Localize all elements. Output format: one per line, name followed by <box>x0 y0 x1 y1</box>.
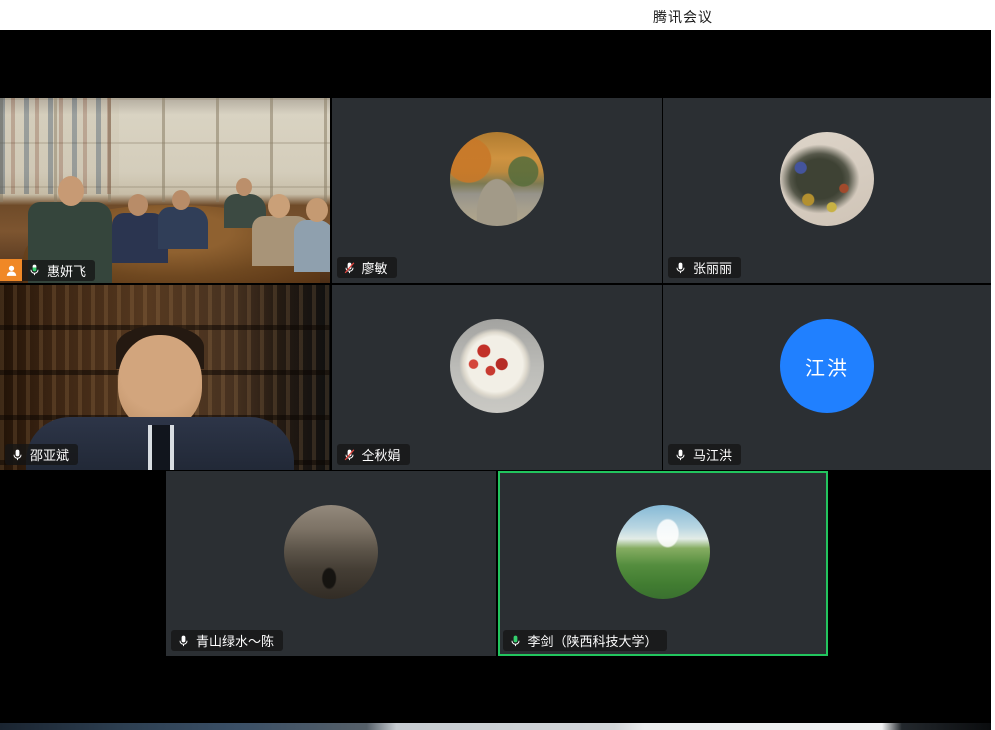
video-scene <box>0 285 330 470</box>
mic-muted-icon <box>343 260 356 276</box>
participant-tile-majianghong[interactable]: 江洪 马江洪 <box>663 285 991 470</box>
participant-tile-zhanglili[interactable]: 张丽丽 <box>663 98 991 283</box>
tencent-meeting-window: 腾讯会议 <box>0 0 995 730</box>
scene-person-head <box>58 176 84 206</box>
participant-label-group: 惠妍飞 <box>0 259 95 281</box>
name-tag: 邵亚斌 <box>5 444 78 465</box>
participant-tile-tongqiujuan[interactable]: 仝秋娟 <box>332 285 662 470</box>
name-tag: 李剑（陕西科技大学） <box>503 630 667 651</box>
meeting-window-title: 腾讯会议 <box>653 7 713 27</box>
video-grid-stage: 惠妍飞 廖敏 <box>0 30 995 730</box>
participant-name: 仝秋娟 <box>362 445 401 464</box>
avatar-autumn-road <box>450 132 544 226</box>
participant-tile-liaomin[interactable]: 廖敏 <box>332 98 662 283</box>
name-tag: 仝秋娟 <box>337 444 410 465</box>
avatar-strawberry-plate <box>450 319 544 413</box>
participant-tile-lijian-selected[interactable]: 李剑（陕西科技大学） <box>498 471 828 656</box>
desktop-edge-right <box>991 30 995 730</box>
name-tag: 马江洪 <box>668 444 741 465</box>
participant-tile-shaoyabin[interactable]: 邵亚斌 <box>0 285 330 470</box>
desktop-edge-bottom <box>0 723 991 730</box>
participant-name: 惠妍飞 <box>47 261 86 280</box>
avatar-grassland-sky <box>616 505 710 599</box>
scene-person-collar <box>148 425 174 470</box>
participant-name: 青山绿水～陈 <box>196 631 274 650</box>
scene-books <box>0 98 119 194</box>
participant-name: 李剑（陕西科技大学） <box>528 631 658 650</box>
participant-name: 张丽丽 <box>693 258 732 277</box>
name-tag: 青山绿水～陈 <box>171 630 283 651</box>
scene-person-head <box>236 178 252 196</box>
avatar-initials-text: 江洪 <box>805 352 849 381</box>
mic-on-icon <box>177 633 190 649</box>
participant-tile-huiyanfei[interactable]: 惠妍飞 <box>0 98 330 283</box>
video-scene <box>0 98 330 283</box>
scene-person <box>158 207 208 249</box>
scene-person-head <box>172 190 190 210</box>
participant-name: 马江洪 <box>693 445 732 464</box>
mic-active-icon <box>509 633 522 649</box>
host-badge <box>0 259 22 281</box>
mic-on-icon <box>674 260 687 276</box>
participant-name: 廖敏 <box>362 258 388 277</box>
participant-name: 邵亚斌 <box>30 445 69 464</box>
mic-active-icon <box>28 262 41 278</box>
avatar-peacock-craft <box>780 132 874 226</box>
avatar-mountain-hiker <box>284 505 378 599</box>
scene-person <box>294 220 330 272</box>
mic-on-icon <box>674 447 687 463</box>
scene-person-head <box>306 198 328 222</box>
name-tag: 张丽丽 <box>668 257 741 278</box>
person-icon <box>4 263 19 278</box>
name-tag: 惠妍飞 <box>22 260 95 281</box>
mic-muted-icon <box>343 447 356 463</box>
scene-person-head <box>268 194 290 218</box>
participant-tile-qingshanlvshui-chen[interactable]: 青山绿水～陈 <box>166 471 496 656</box>
mic-on-icon <box>11 447 24 463</box>
scene-person-head <box>128 194 148 216</box>
avatar-initials: 江洪 <box>780 319 874 413</box>
name-tag: 廖敏 <box>337 257 397 278</box>
scene-person-head <box>118 335 202 429</box>
titlebar: 腾讯会议 <box>0 0 995 30</box>
